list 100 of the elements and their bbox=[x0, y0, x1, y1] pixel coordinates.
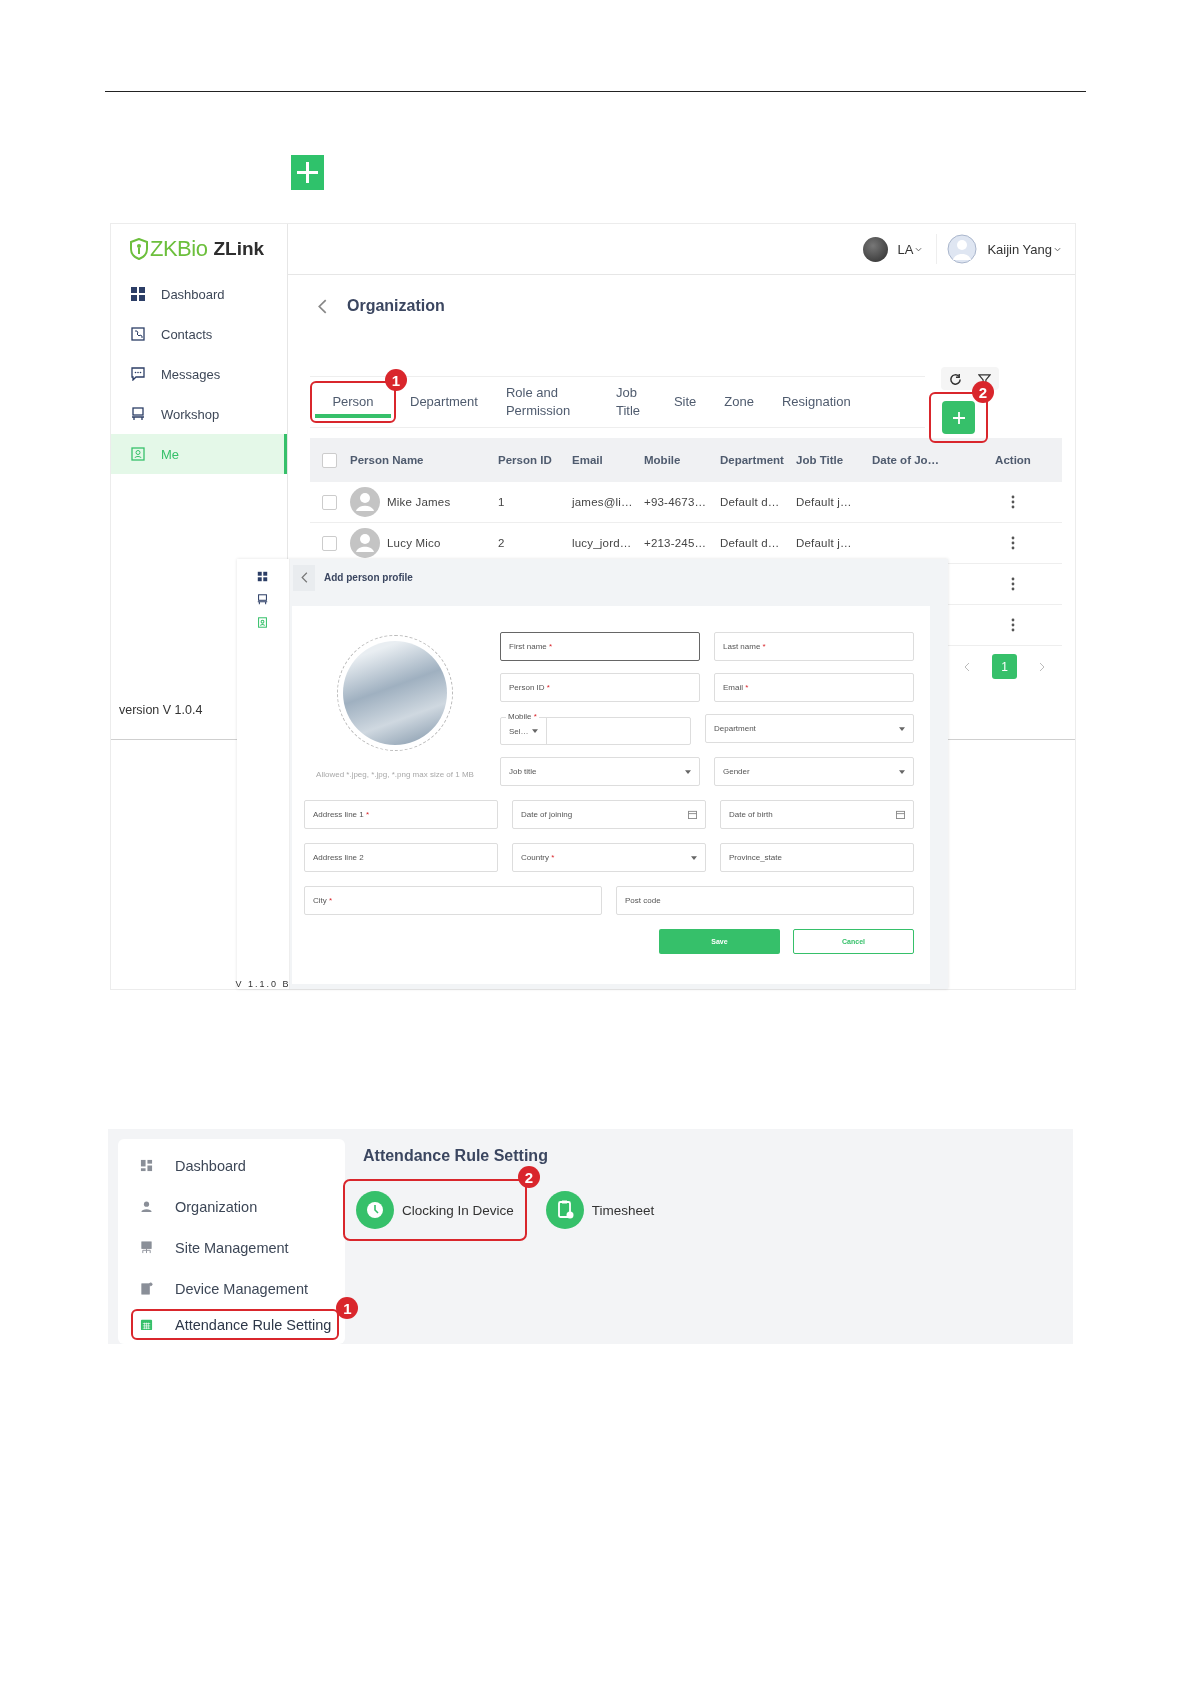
sidebar-item[interactable]: Organization bbox=[118, 1186, 258, 1227]
callout-number: 2 bbox=[517, 1166, 540, 1188]
plus-icon bbox=[951, 410, 966, 425]
more-icon[interactable] bbox=[1011, 618, 1015, 632]
checkbox[interactable] bbox=[322, 452, 337, 468]
table-cell: Mike James bbox=[387, 496, 451, 508]
dropdown-field[interactable]: Country * bbox=[512, 843, 706, 872]
avatar-icon bbox=[350, 528, 380, 558]
table-cell-text: lucy_jord… bbox=[572, 537, 633, 549]
shield-icon bbox=[129, 238, 149, 260]
caret-icon bbox=[532, 729, 538, 733]
caret-icon bbox=[691, 855, 697, 860]
tab[interactable]: Role and Permission bbox=[491, 377, 602, 427]
person-icon bbox=[140, 1200, 153, 1213]
back-icon[interactable] bbox=[318, 298, 327, 314]
caret-icon bbox=[899, 726, 905, 731]
callout-number: 1 bbox=[385, 369, 407, 391]
brand-name: ZKBio bbox=[150, 236, 208, 262]
device-icon bbox=[140, 1282, 153, 1295]
more-icon[interactable] bbox=[1011, 495, 1015, 509]
window-title: Add person profile bbox=[324, 572, 413, 583]
text-field[interactable]: First name * bbox=[500, 632, 700, 661]
grid-icon[interactable] bbox=[257, 571, 268, 582]
caret-icon bbox=[899, 769, 905, 774]
sidebar-item[interactable]: Attendance Rule Setting bbox=[131, 1309, 340, 1340]
version-label: V 1.1.0 B bbox=[235, 979, 291, 989]
building-icon bbox=[140, 1241, 153, 1254]
chevron-right-icon[interactable] bbox=[1039, 661, 1045, 672]
sidebar-item[interactable]: Dashboard bbox=[111, 274, 287, 314]
table-cell-text: Default j… bbox=[796, 537, 853, 549]
text-field[interactable]: Person ID * bbox=[500, 673, 700, 702]
caret-icon bbox=[915, 246, 923, 252]
tab[interactable]: Job Title bbox=[601, 377, 660, 427]
text-field[interactable]: Post code bbox=[616, 886, 914, 915]
chevron-left-icon[interactable] bbox=[964, 661, 970, 672]
table-cell-text: Default d… bbox=[720, 537, 781, 549]
text-field[interactable]: Address line 2 bbox=[304, 843, 498, 872]
sidebar-item[interactable]: Site Management bbox=[118, 1227, 289, 1268]
sidebar-item[interactable]: Device Management bbox=[118, 1268, 308, 1309]
column-header: Action bbox=[994, 454, 1032, 466]
sidebar-item[interactable]: Contacts bbox=[111, 314, 287, 354]
dropdown-field[interactable]: Job title bbox=[500, 757, 700, 786]
callout-number: 2 bbox=[972, 381, 994, 403]
version-label: version V 1.0.4 bbox=[118, 703, 204, 717]
callout-number: 1 bbox=[336, 1297, 359, 1319]
dropdown-field[interactable]: Department bbox=[705, 714, 914, 743]
date-field[interactable]: Date of joining bbox=[512, 800, 706, 829]
column-header: Date of Jo… bbox=[872, 454, 941, 466]
grid-icon bbox=[131, 287, 145, 301]
clipboard-icon bbox=[545, 1191, 584, 1229]
user-menu[interactable]: Kaijin Yang bbox=[983, 241, 1065, 257]
checkbox[interactable] bbox=[322, 494, 337, 510]
clock-icon bbox=[356, 1191, 394, 1229]
text-field[interactable]: City * bbox=[304, 886, 602, 915]
table-cell-text: +213-245… bbox=[644, 537, 708, 549]
page-title: Organization bbox=[347, 297, 445, 315]
text-field[interactable]: Address line 1 * bbox=[304, 800, 498, 829]
table-cell-text: 1 bbox=[498, 496, 506, 508]
tab[interactable]: Resignation bbox=[767, 377, 865, 427]
calendar-icon bbox=[140, 1318, 153, 1331]
table-cell-text: james@li… bbox=[572, 496, 634, 508]
text-field[interactable]: Last name * bbox=[714, 632, 914, 661]
table-cell-text: 2 bbox=[498, 537, 506, 549]
column-header: Department bbox=[720, 454, 785, 466]
phone-book-icon bbox=[131, 327, 145, 341]
sidebar-item[interactable]: Workshop bbox=[111, 394, 287, 434]
more-icon[interactable] bbox=[1011, 577, 1015, 591]
avatar-icon bbox=[947, 234, 978, 264]
section-title: Attendance Rule Setting bbox=[363, 1147, 549, 1165]
tab[interactable]: Zone bbox=[710, 377, 768, 427]
checkbox[interactable] bbox=[322, 535, 337, 551]
dropdown-field[interactable]: Gender bbox=[714, 757, 914, 786]
avatar-icon bbox=[350, 487, 380, 517]
calendar-icon bbox=[896, 810, 905, 819]
tab[interactable]: Site bbox=[659, 377, 711, 427]
text-field[interactable]: Email * bbox=[714, 673, 914, 702]
column-header: Person Name bbox=[350, 454, 425, 466]
add-icon bbox=[291, 155, 324, 190]
back-icon bbox=[300, 572, 308, 583]
table-cell: Lucy Mico bbox=[387, 537, 441, 549]
add-button[interactable] bbox=[942, 401, 975, 434]
column-header: Person ID bbox=[498, 454, 553, 466]
more-icon[interactable] bbox=[1011, 536, 1015, 550]
language-avatar bbox=[862, 236, 888, 262]
workstation-icon[interactable] bbox=[257, 594, 268, 605]
column-header: Email bbox=[572, 454, 604, 466]
sidebar-item[interactable]: Dashboard bbox=[118, 1145, 246, 1186]
text-field[interactable]: Province_state bbox=[720, 843, 914, 872]
date-field[interactable]: Date of birth bbox=[720, 800, 914, 829]
sidebar-item[interactable]: Messages bbox=[111, 354, 287, 394]
person-card-icon bbox=[131, 447, 145, 461]
back-button[interactable] bbox=[293, 564, 315, 591]
calendar-icon bbox=[688, 810, 697, 819]
product-name: ZLink bbox=[213, 238, 265, 260]
workstation-icon bbox=[131, 407, 145, 421]
refresh-icon[interactable] bbox=[949, 373, 962, 386]
column-header: Job Title bbox=[796, 454, 845, 466]
caret-icon bbox=[685, 769, 691, 774]
person-card-icon[interactable] bbox=[257, 617, 268, 628]
language-selector[interactable]: LA bbox=[893, 241, 927, 257]
